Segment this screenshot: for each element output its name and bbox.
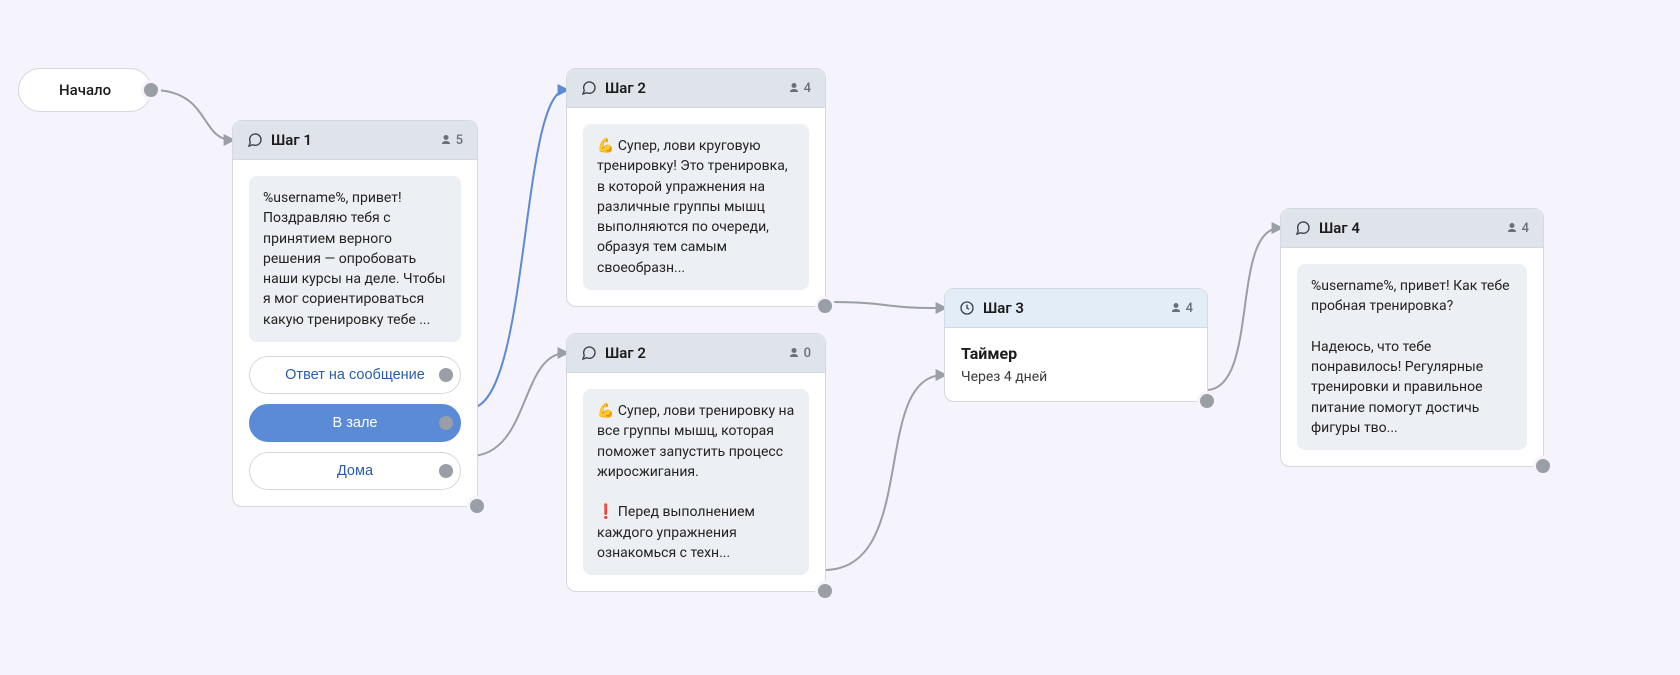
user-icon (1506, 222, 1518, 234)
option-home[interactable]: Дома (249, 452, 461, 490)
node-out-port[interactable] (1533, 456, 1553, 476)
option-out-port[interactable] (439, 464, 453, 478)
option-reply[interactable]: Ответ на сообщение (249, 356, 461, 394)
user-icon (788, 347, 800, 359)
chat-icon (1295, 220, 1311, 236)
timer-title: Таймер (961, 344, 1191, 363)
node-step3[interactable]: Шаг 3 4 Таймер Через 4 дней (944, 288, 1208, 402)
node-title: Шаг 2 (605, 79, 646, 97)
node-title: Шаг 3 (983, 299, 1024, 317)
node-header[interactable]: Шаг 4 4 (1281, 209, 1543, 248)
start-node[interactable]: Начало (18, 68, 152, 112)
node-count: 4 (1186, 301, 1193, 316)
node-count: 4 (804, 81, 811, 96)
node-title: Шаг 2 (605, 344, 646, 362)
node-step1[interactable]: Шаг 1 5 %username%, привет! Поздравляю т… (232, 120, 478, 507)
start-label: Начало (59, 81, 111, 99)
edge-start-step1 (152, 90, 232, 140)
edge-step3-step4 (1206, 228, 1280, 390)
clock-icon (959, 300, 975, 316)
message-preview: %username%, привет! Поздравляю тебя с пр… (249, 176, 461, 342)
options-list: Ответ на сообщение В зале Дома (249, 356, 461, 490)
node-header[interactable]: Шаг 2 4 (567, 69, 825, 108)
node-title: Шаг 4 (1319, 219, 1360, 237)
message-preview: 💪 Супер, лови круговую тренировку! Это т… (583, 124, 809, 290)
edge-step1-step2b (470, 353, 566, 456)
message-preview: %username%, привет! Как тебе пробная тре… (1297, 264, 1527, 450)
message-preview: 💪 Супер, лови тренировку на все группы м… (583, 389, 809, 575)
node-out-port[interactable] (1197, 391, 1217, 411)
chat-icon (581, 345, 597, 361)
node-count: 5 (456, 133, 463, 148)
edge-step2b-step3 (824, 375, 944, 570)
option-gym[interactable]: В зале (249, 404, 461, 442)
chat-icon (247, 132, 263, 148)
flow-canvas[interactable]: Начало Шаг 1 5 %username%, привет! Поздр… (0, 0, 1680, 675)
user-icon (1170, 302, 1182, 314)
option-out-port[interactable] (439, 416, 453, 430)
node-step2a[interactable]: Шаг 2 4 💪 Супер, лови круговую тренировк… (566, 68, 826, 307)
node-out-port[interactable] (815, 581, 835, 601)
timer-subtitle: Через 4 дней (961, 369, 1191, 385)
node-step2b[interactable]: Шаг 2 0 💪 Супер, лови тренировку на все … (566, 333, 826, 592)
node-header[interactable]: Шаг 3 4 (945, 289, 1207, 328)
user-icon (788, 82, 800, 94)
node-title: Шаг 1 (271, 131, 312, 149)
edge-step1-step2a (470, 90, 566, 408)
node-out-port[interactable] (815, 296, 835, 316)
node-header[interactable]: Шаг 1 5 (233, 121, 477, 160)
node-out-port[interactable] (467, 496, 487, 516)
node-step4[interactable]: Шаг 4 4 %username%, привет! Как тебе про… (1280, 208, 1544, 467)
start-out-port[interactable] (141, 80, 161, 100)
option-out-port[interactable] (439, 368, 453, 382)
chat-icon (581, 80, 597, 96)
node-count: 0 (804, 346, 811, 361)
node-header[interactable]: Шаг 2 0 (567, 334, 825, 373)
user-icon (440, 134, 452, 146)
node-count: 4 (1522, 221, 1529, 236)
edge-step2a-step3 (824, 302, 944, 308)
